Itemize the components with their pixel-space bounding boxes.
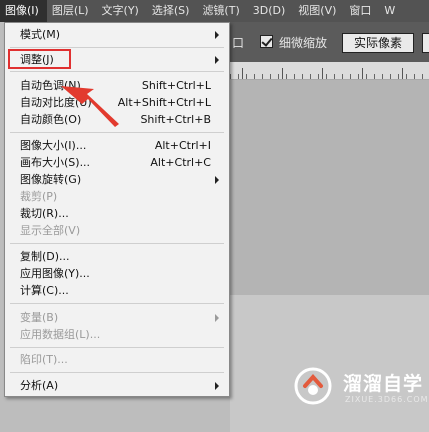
menu-type[interactable]: 文字(Y)	[97, 0, 147, 22]
menu-item-label: 自动对比度(U)	[20, 96, 92, 109]
menu-separator	[10, 47, 224, 48]
menu-item-crop: 裁剪(P)	[5, 188, 229, 205]
menu-item-reveal-all: 显示全部(V)	[5, 222, 229, 239]
scrubby-zoom-label: 细微缩放	[279, 36, 328, 50]
menu-item-label: 变量(B)	[20, 311, 59, 324]
fit-screen-button[interactable]	[422, 33, 429, 53]
actual-pixels-button[interactable]: 实际像素	[342, 33, 414, 53]
menu-separator	[10, 347, 224, 348]
document-canvas[interactable]	[230, 80, 429, 295]
menu-item-shortcut: Shift+Ctrl+L	[141, 79, 211, 92]
menu-layer[interactable]: 图层(L)	[47, 0, 97, 22]
menu-separator	[10, 303, 224, 304]
menu-item-trap: 陷印(T)...	[5, 351, 229, 368]
check-icon	[261, 35, 273, 47]
menu-item-label: 图像大小(I)...	[20, 139, 87, 152]
submenu-arrow-icon	[215, 176, 219, 184]
menu-select[interactable]: 选择(S)	[147, 0, 198, 22]
menu-item-auto-contrast[interactable]: 自动对比度(U) Alt+Shift+Ctrl+L	[5, 94, 229, 111]
watermark-title: 溜溜自学	[343, 373, 424, 395]
menu-item-label: 图像旋转(G)	[20, 173, 82, 186]
menu-item-apply-data-set: 应用数据组(L)...	[5, 326, 229, 343]
submenu-arrow-icon	[215, 382, 219, 390]
menu-item-analysis[interactable]: 分析(A)	[5, 377, 229, 394]
menu-view[interactable]: 视图(V)	[293, 0, 344, 22]
menu-item-label: 裁切(R)...	[20, 207, 69, 220]
menu-item-label: 画布大小(S)...	[20, 156, 91, 169]
menubar: 图像(I) 图层(L) 文字(Y) 选择(S) 滤镜(T) 3D(D) 视图(V…	[0, 0, 429, 22]
menu-item-variables: 变量(B)	[5, 309, 229, 326]
menu-filter[interactable]: 滤镜(T)	[197, 0, 247, 22]
image-menu-dropdown: 模式(M) 调整(J) 自动色调(N) Shift+Ctrl+L 自动对比度(U…	[4, 22, 230, 397]
options-bar: 口 细微缩放 实际像素	[230, 22, 429, 62]
menu-item-label: 计算(C)...	[20, 284, 69, 297]
menu-item-duplicate[interactable]: 复制(D)...	[5, 248, 229, 265]
menu-item-label: 自动色调(N)	[20, 79, 81, 92]
menu-separator	[10, 71, 224, 72]
menu-item-image-rotation[interactable]: 图像旋转(G)	[5, 171, 229, 188]
menu-item-auto-tone[interactable]: 自动色调(N) Shift+Ctrl+L	[5, 77, 229, 94]
menu-separator	[10, 372, 224, 373]
watermark-logo-icon	[294, 367, 332, 405]
menu-image[interactable]: 图像(I)	[0, 0, 47, 22]
highlight-annotation-box	[8, 49, 71, 69]
submenu-arrow-icon	[215, 56, 219, 64]
horizontal-ruler	[230, 62, 429, 80]
menu-item-calculations[interactable]: 计算(C)...	[5, 282, 229, 299]
menu-overflow[interactable]: W	[379, 0, 403, 22]
submenu-arrow-icon	[215, 31, 219, 39]
menu-3d[interactable]: 3D(D)	[248, 0, 294, 22]
menu-item-label: 陷印(T)...	[20, 353, 68, 366]
menu-item-label: 复制(D)...	[20, 250, 70, 263]
menu-separator	[10, 132, 224, 133]
menu-item-label: 裁剪(P)	[20, 190, 58, 203]
menu-item-label: 应用图像(Y)...	[20, 267, 90, 280]
watermark-subtitle: ZIXUE.3D66.COM	[345, 395, 429, 404]
menu-item-shortcut: Alt+Shift+Ctrl+L	[117, 96, 211, 109]
menu-item-image-size[interactable]: 图像大小(I)... Alt+Ctrl+I	[5, 137, 229, 154]
menu-item-trim[interactable]: 裁切(R)...	[5, 205, 229, 222]
menu-item-label: 应用数据组(L)...	[20, 328, 101, 341]
menu-item-mode[interactable]: 模式(M)	[5, 26, 229, 43]
menu-item-shortcut: Alt+Ctrl+I	[154, 139, 211, 152]
menu-item-apply-image[interactable]: 应用图像(Y)...	[5, 265, 229, 282]
menu-item-shortcut: Shift+Ctrl+B	[140, 113, 211, 126]
scrubby-zoom-checkbox[interactable]	[260, 35, 273, 48]
menu-separator	[10, 243, 224, 244]
menu-window[interactable]: 窗口	[344, 0, 379, 22]
menu-item-canvas-size[interactable]: 画布大小(S)... Alt+Ctrl+C	[5, 154, 229, 171]
menu-item-label: 显示全部(V)	[20, 224, 81, 237]
menu-item-label: 模式(M)	[20, 28, 61, 41]
menu-item-shortcut: Alt+Ctrl+C	[150, 156, 211, 169]
submenu-arrow-icon	[215, 314, 219, 322]
menu-item-label: 分析(A)	[20, 379, 59, 392]
workspace-background	[230, 295, 429, 432]
options-partial-label: 口	[232, 36, 245, 50]
menu-item-label: 自动颜色(O)	[20, 113, 82, 126]
menu-item-auto-color[interactable]: 自动颜色(O) Shift+Ctrl+B	[5, 111, 229, 128]
